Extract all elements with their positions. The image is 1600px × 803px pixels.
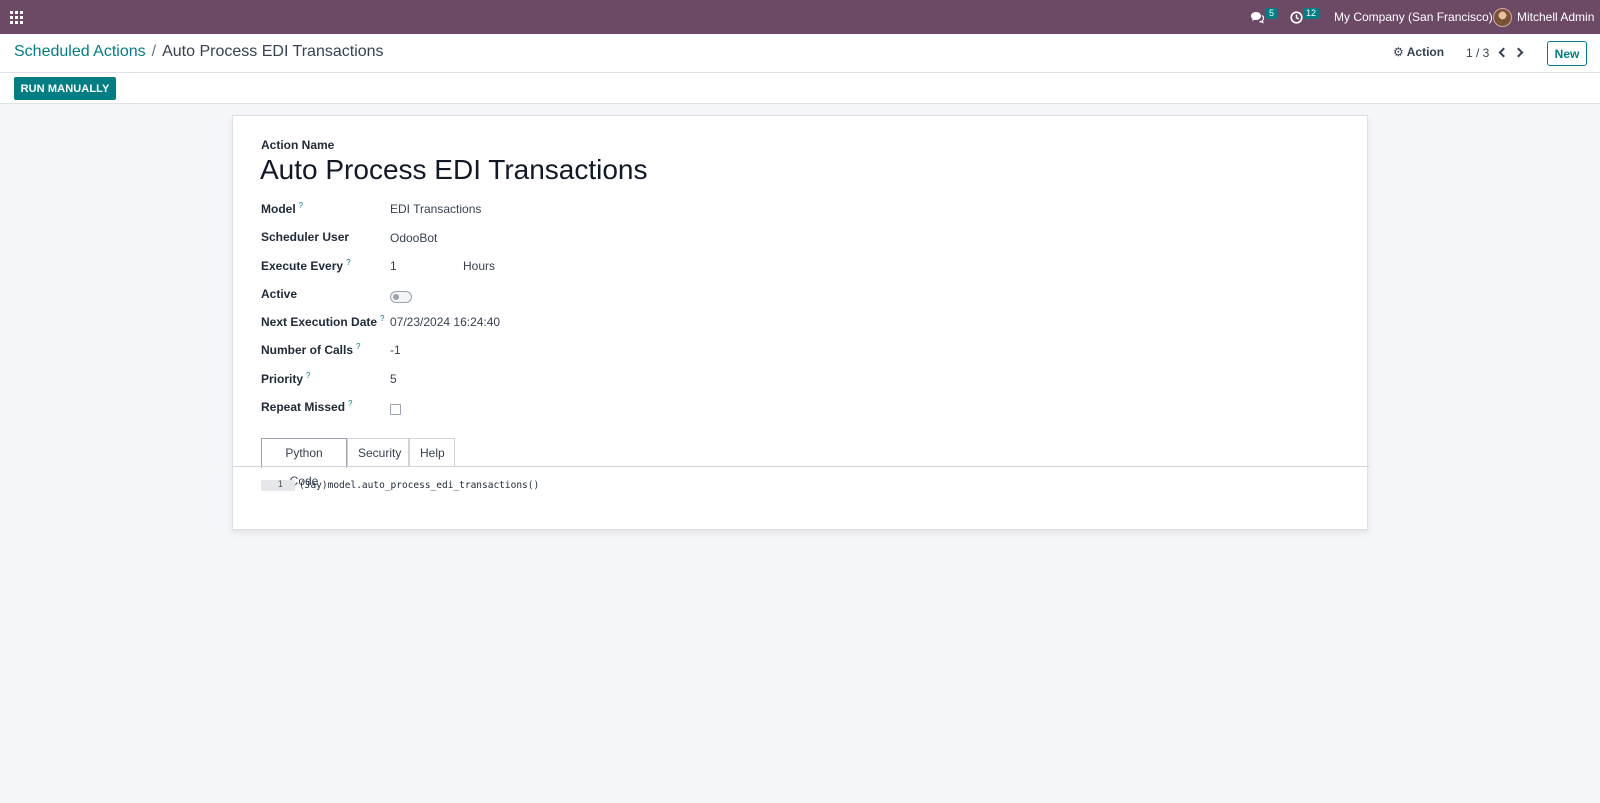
chat-count-badge: 5 xyxy=(1266,8,1278,19)
priority-help-tooltip[interactable]: ? xyxy=(306,371,310,380)
form-sheet: Action Name Auto Process EDI Transaction… xyxy=(232,115,1369,530)
priority-label-text: Priority xyxy=(261,372,304,386)
top-navbar: 5 12 My Company (San Francisco) Mitchell… xyxy=(0,0,1600,34)
user-menu[interactable]: Mitchell Admin xyxy=(1493,0,1594,34)
execute-every-label-text: Execute Every xyxy=(261,259,344,273)
activity-menu[interactable]: 12 xyxy=(1290,0,1320,34)
chat-menu[interactable]: 5 xyxy=(1250,0,1278,34)
next-execution-help-tooltip[interactable]: ? xyxy=(380,314,384,323)
repeat-missed-label-text: Repeat Missed xyxy=(261,400,346,414)
active-toggle[interactable] xyxy=(390,291,412,303)
model-field[interactable]: EDI Transactions xyxy=(390,202,481,216)
tab-help[interactable]: Help xyxy=(409,438,455,467)
new-button[interactable]: New xyxy=(1547,41,1587,66)
tab-python-code[interactable]: Python Code xyxy=(261,438,347,488)
run-manually-button[interactable]: RUN MANUALLY xyxy=(14,77,116,100)
tabs-divider xyxy=(233,466,1369,467)
control-panel-divider xyxy=(0,72,1600,73)
company-switcher[interactable]: My Company (San Francisco) xyxy=(1334,0,1493,34)
control-panel: Scheduled Actions / Auto Process EDI Tra… xyxy=(0,34,1600,104)
activity-count-badge: 12 xyxy=(1303,8,1320,19)
model-help-tooltip[interactable]: ? xyxy=(299,201,303,210)
pager-next-button[interactable] xyxy=(1512,43,1528,61)
active-label: Active xyxy=(261,287,298,301)
code-editor[interactable]: 1 (Jay)model.auto_process_edi_transactio… xyxy=(261,480,539,491)
action-label: Action xyxy=(1406,45,1445,59)
tab-security[interactable]: Security xyxy=(347,438,409,467)
number-of-calls-label: Number of Calls? xyxy=(261,342,360,357)
gear-icon: ⚙ xyxy=(1393,45,1404,59)
scheduler-user-field[interactable]: OdooBot xyxy=(390,231,437,245)
code-line-text[interactable]: (Jay)model.auto_process_edi_transactions… xyxy=(299,480,539,491)
model-label: Model? xyxy=(261,201,303,216)
pager-value[interactable]: 1 / 3 xyxy=(1466,46,1489,60)
apps-grid-icon[interactable] xyxy=(10,11,23,24)
chat-icon xyxy=(1251,12,1264,24)
avatar xyxy=(1493,7,1512,27)
user-name: Mitchell Admin xyxy=(1517,10,1595,24)
action-name-field[interactable]: Auto Process EDI Transactions xyxy=(260,154,648,186)
repeat-missed-help-tooltip[interactable]: ? xyxy=(348,399,352,408)
toggle-knob xyxy=(393,294,399,300)
number-of-calls-help-tooltip[interactable]: ? xyxy=(356,342,360,351)
next-execution-date-field[interactable]: 07/23/2024 16:24:40 xyxy=(390,315,500,329)
execute-every-label: Execute Every? xyxy=(261,258,351,273)
clock-icon xyxy=(1290,11,1303,24)
execute-every-number-field[interactable]: 1 xyxy=(390,259,397,273)
model-label-text: Model xyxy=(261,202,296,216)
repeat-missed-checkbox[interactable] xyxy=(390,404,401,415)
action-name-label: Action Name xyxy=(261,138,335,152)
execute-every-help-tooltip[interactable]: ? xyxy=(346,258,350,267)
chevron-right-icon xyxy=(1513,47,1524,57)
chevron-left-icon xyxy=(1498,47,1509,57)
priority-field[interactable]: 5 xyxy=(390,372,397,386)
breadcrumb-scheduled-actions[interactable]: Scheduled Actions xyxy=(14,43,146,61)
action-menu-button[interactable]: ⚙ Action xyxy=(1393,45,1444,59)
breadcrumb: Scheduled Actions / Auto Process EDI Tra… xyxy=(14,43,384,61)
breadcrumb-current: Auto Process EDI Transactions xyxy=(162,43,384,60)
breadcrumb-separator: / xyxy=(151,43,157,60)
scheduler-user-label: Scheduler User xyxy=(261,230,350,244)
next-execution-date-label-text: Next Execution Date xyxy=(261,315,378,329)
number-of-calls-field[interactable]: -1 xyxy=(390,343,401,357)
pager-previous-button[interactable] xyxy=(1494,43,1510,61)
priority-label: Priority? xyxy=(261,371,310,386)
number-of-calls-label-text: Number of Calls xyxy=(261,343,354,357)
repeat-missed-label: Repeat Missed? xyxy=(261,399,352,414)
next-execution-date-label: Next Execution Date? xyxy=(261,314,385,329)
line-number: 1 xyxy=(261,480,295,491)
execute-every-unit-field[interactable]: Hours xyxy=(463,259,495,273)
